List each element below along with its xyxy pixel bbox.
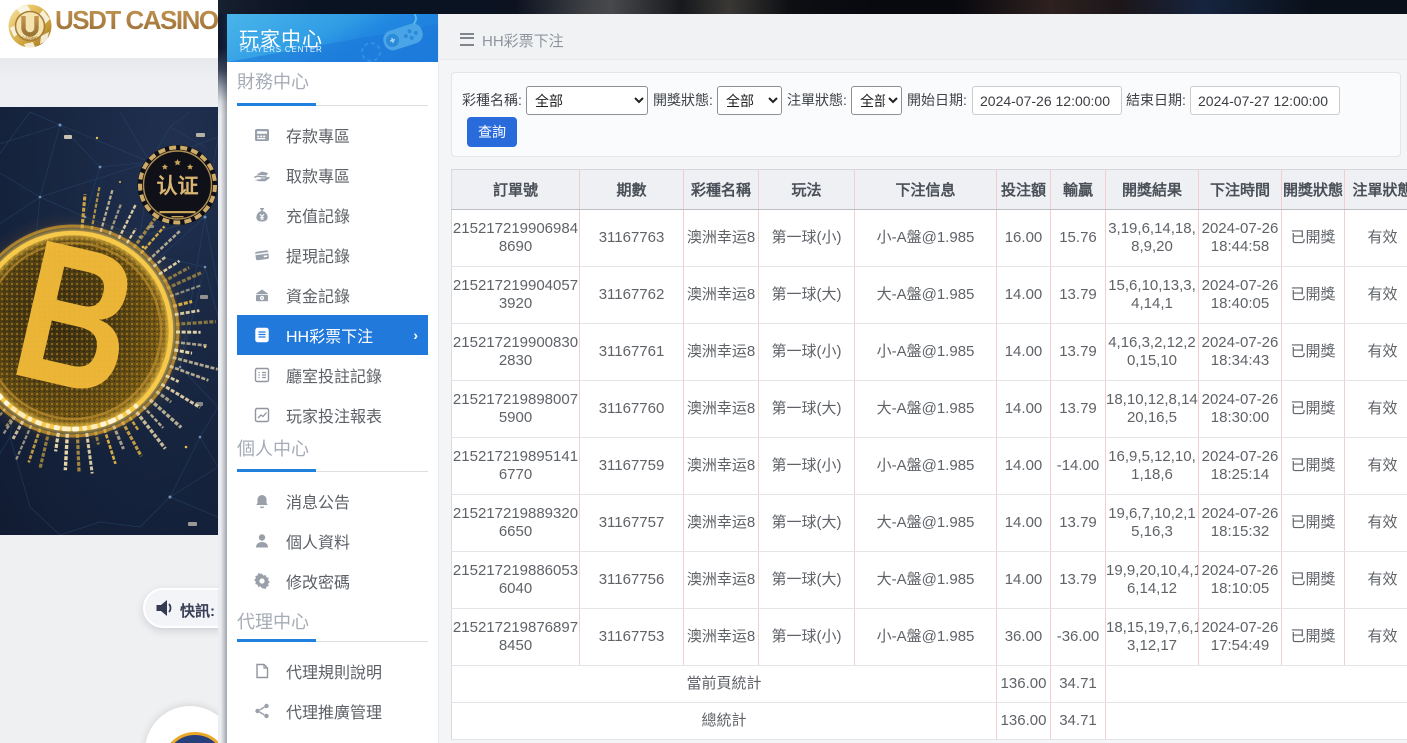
svg-text:认证: 认证	[157, 175, 199, 198]
svg-text:CASINO: CASINO	[22, 36, 39, 41]
